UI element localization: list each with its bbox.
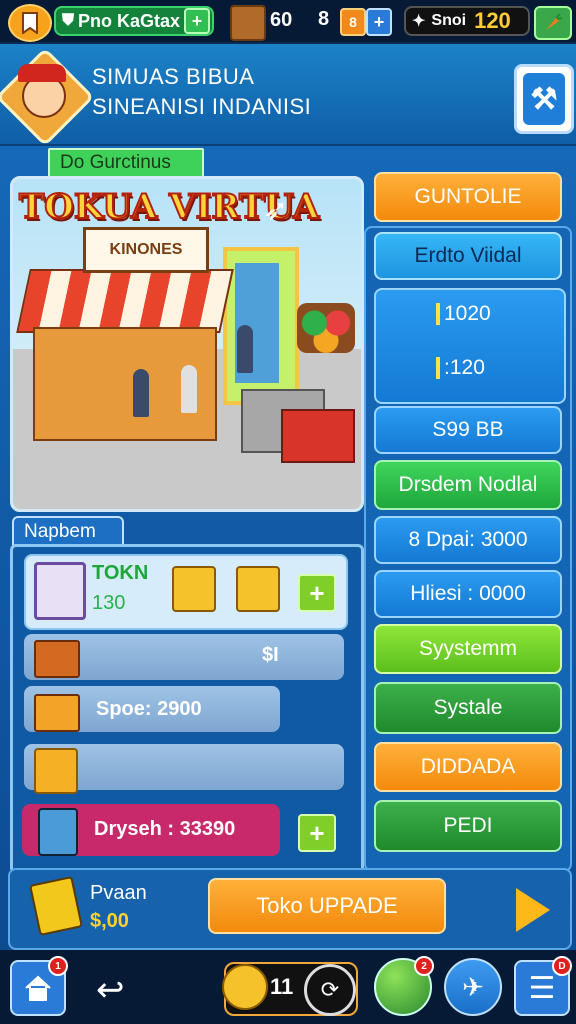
stat-line-2: :120 xyxy=(436,356,485,380)
box-icon xyxy=(34,562,86,620)
header-title-line1: SIMUAS BIBUA xyxy=(92,64,255,89)
customer-figure xyxy=(133,369,149,417)
home-badge: 1 xyxy=(48,956,68,976)
mode-button[interactable]: Erdto Viidal xyxy=(374,232,562,280)
crate-count: 60 xyxy=(270,9,293,31)
currency-value: 120 xyxy=(474,8,511,33)
hiesi-button[interactable]: Hliesi : 0000 xyxy=(374,570,562,618)
row-value: Spoe: 2900 xyxy=(96,698,202,720)
pedi-button[interactable]: PEDI xyxy=(374,800,562,852)
next-arrow-button[interactable] xyxy=(508,882,558,938)
systale-button[interactable]: Systale xyxy=(374,682,562,734)
dpai-button[interactable]: 8 Dpai: 3000 xyxy=(374,516,562,564)
system-model-button[interactable]: Drsdem Nodlal xyxy=(374,460,562,510)
home-icon xyxy=(25,975,51,1001)
bookmark-button[interactable] xyxy=(8,4,52,42)
coin-bag-icon xyxy=(222,964,268,1010)
center-count: 11 xyxy=(270,974,294,999)
score-button[interactable]: S99 BB xyxy=(374,406,562,454)
backpack-icon xyxy=(38,808,78,856)
bird-icon: ➶ xyxy=(263,194,289,227)
gift-box-icon xyxy=(34,748,78,794)
currency-label: Snoi xyxy=(431,12,467,29)
shop-scene[interactable]: KINONES TOKUA VIRTUA ➶ xyxy=(10,176,364,512)
wallet-label: Pvaan xyxy=(90,882,147,904)
chest-icon xyxy=(34,640,80,678)
add-profile-button[interactable]: + xyxy=(184,8,210,34)
profile-name: Pno KaGtax xyxy=(78,10,181,31)
target-icon: ⟳ xyxy=(320,977,340,1002)
carrot-icon xyxy=(546,13,563,30)
row-value: $I xyxy=(262,644,279,666)
produce-basket xyxy=(297,303,355,353)
wing-icon: ✦ xyxy=(412,13,426,30)
gold-crate-icon[interactable] xyxy=(236,566,280,612)
token-label: TOKN xyxy=(92,562,149,584)
add-token-button[interactable]: + xyxy=(298,574,336,612)
back-icon[interactable]: ↩ xyxy=(96,970,125,1010)
stat-line-1: 1020 xyxy=(436,302,491,326)
upgrade-button[interactable]: Toko UPPADE xyxy=(208,878,446,934)
token-value: 130 xyxy=(92,592,126,614)
play-arrow-icon xyxy=(516,888,550,932)
crate-icon xyxy=(230,5,266,41)
visitor-figure xyxy=(237,325,253,373)
avatar-hat xyxy=(18,64,66,82)
dida-button[interactable]: DIDDADA xyxy=(374,742,562,792)
menu-badge: D xyxy=(552,956,572,976)
tools-button[interactable]: ⚒ xyxy=(514,64,574,134)
shop-awning xyxy=(16,269,234,333)
shield-icon: ⛊ xyxy=(62,12,75,29)
stat-value-2: :120 xyxy=(444,356,485,379)
row-value: Dryseh : 33390 xyxy=(94,818,236,840)
profile-pill[interactable]: ⛊ Pno KaGtax + xyxy=(54,6,214,36)
shopkeeper-figure xyxy=(181,365,197,413)
inventory-label: Napbem xyxy=(12,516,124,546)
system-button[interactable]: Syystemm xyxy=(374,624,562,674)
target-button[interactable]: ⟳ xyxy=(304,964,356,1016)
gold-box-icon xyxy=(34,694,80,732)
header-title-line2: SINEANISI INDANISI xyxy=(92,94,312,119)
gold-crate-icon[interactable] xyxy=(172,566,216,612)
currency-pill[interactable]: ✦ Snoi 120 xyxy=(404,6,530,36)
globe-badge: 2 xyxy=(414,956,434,976)
menu-icon: ☰ xyxy=(528,971,556,1005)
shop-sign: KINONES xyxy=(83,227,209,273)
stat-value-1: 1020 xyxy=(444,302,491,325)
bookmark-icon xyxy=(22,12,38,34)
tools-icon: ⚒ xyxy=(523,73,565,125)
resource-icon: 8 xyxy=(340,8,366,36)
scene-tag: Do Gurctinus xyxy=(48,148,204,178)
bird-button[interactable]: ✈ xyxy=(444,958,502,1016)
resource-count: 8 xyxy=(318,8,330,30)
continue-button[interactable]: GUNTOLIE xyxy=(374,172,562,222)
produce-crate xyxy=(281,409,355,463)
add-item-button[interactable]: + xyxy=(298,814,336,852)
wallet-value: $,00 xyxy=(90,910,129,932)
bird-icon: ✈ xyxy=(462,971,484,1002)
carrot-button[interactable] xyxy=(534,6,572,40)
add-resource-button[interactable]: + xyxy=(366,8,392,36)
